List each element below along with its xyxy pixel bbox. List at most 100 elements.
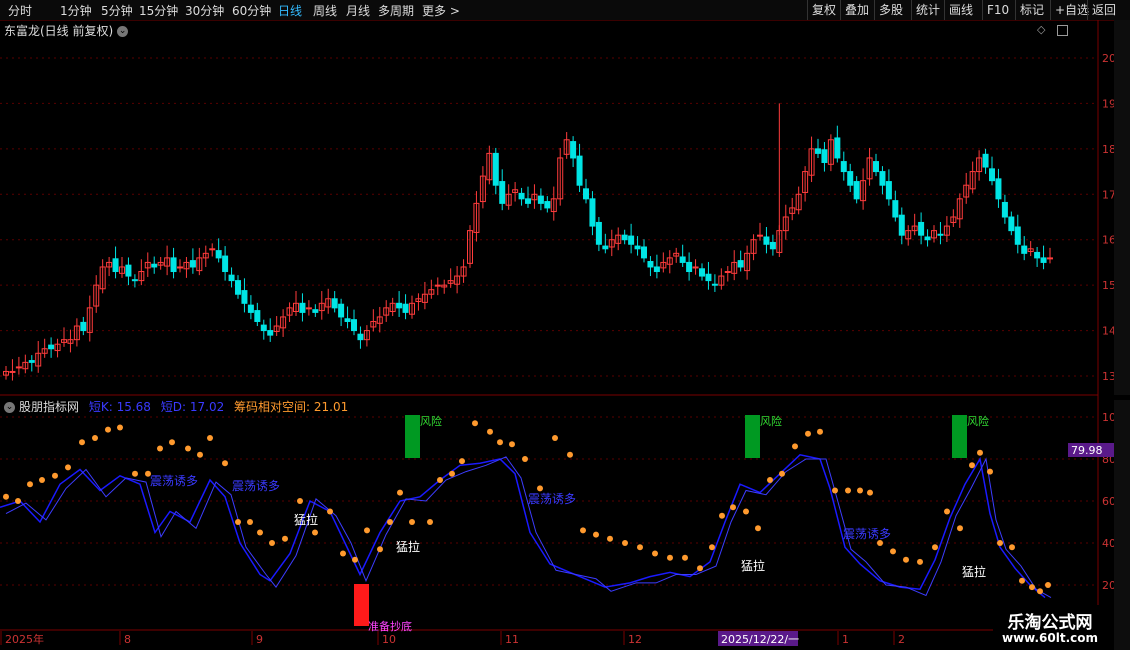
signal-dot (297, 498, 303, 504)
signal-dot (79, 439, 85, 446)
signal-dot (522, 456, 528, 462)
candle-down (331, 298, 338, 309)
signal-dot (437, 477, 443, 483)
signal-dot (1045, 582, 1051, 588)
candle-down (924, 236, 931, 241)
shakeout-label: 震荡诱多 (843, 527, 891, 541)
signal-dot (792, 443, 798, 450)
site-logo: 乐淘公式网 www.60lt.com (993, 605, 1107, 650)
candle-down (537, 195, 544, 204)
signal-dot (857, 487, 863, 494)
signal-dot (397, 489, 403, 496)
signal-dot (352, 556, 358, 563)
candle-down (396, 302, 403, 309)
candle-down (885, 181, 892, 200)
signal-dot (327, 508, 333, 515)
signal-dot (197, 451, 203, 458)
x-axis-label: 2025年 (5, 632, 44, 646)
candle-down (892, 200, 899, 218)
signal-dot (552, 435, 558, 441)
candle-down (254, 310, 261, 322)
side-panel[interactable] (1096, 20, 1130, 650)
candle-down (357, 333, 364, 341)
candle-up (15, 366, 22, 369)
signal-dot (364, 527, 370, 534)
candle-down (989, 168, 995, 182)
risk-label: 风险 (967, 414, 989, 428)
x-axis-label: 11 (505, 633, 519, 646)
surge-label: 猛拉 (396, 539, 420, 554)
signal-dot (917, 558, 923, 565)
x-axis-label: 9 (256, 633, 263, 646)
signal-dot (779, 470, 785, 477)
candle-down (1021, 245, 1028, 254)
signal-dot (185, 445, 191, 452)
candle-down (80, 321, 87, 332)
candle-down (48, 344, 55, 350)
candle-down (737, 260, 744, 268)
signal-dot (743, 508, 749, 515)
risk-label: 风险 (760, 414, 782, 428)
signal-dot (487, 428, 493, 435)
signal-dot (697, 565, 703, 572)
candle-down (151, 263, 158, 268)
candle-down (576, 155, 583, 186)
candle-up (1047, 257, 1053, 260)
signal-dot (607, 535, 613, 542)
signal-dot (969, 462, 975, 469)
logo-text-url: www.60lt.com (1001, 631, 1099, 645)
signal-dot (27, 481, 33, 488)
candle-down (189, 260, 196, 268)
signal-dot (890, 548, 896, 555)
signal-dot (903, 556, 909, 563)
signal-dot (682, 554, 688, 561)
candle-down (769, 241, 776, 250)
candle-down (570, 141, 577, 159)
signal-dot (622, 540, 628, 546)
chart-area[interactable]: 风险风险风险准备抄底猛拉猛拉猛拉猛拉震荡诱多震荡诱多震荡诱多震荡诱多 20.00… (0, 0, 1130, 650)
signal-dot (1019, 577, 1025, 584)
risk-label: 风险 (420, 414, 442, 428)
shakeout-label: 震荡诱多 (232, 479, 280, 493)
signal-dot (832, 487, 838, 494)
signal-dot (472, 420, 478, 427)
candle-down (222, 255, 229, 273)
signal-dot (497, 439, 503, 446)
signal-dot (65, 464, 71, 471)
signal-dot (3, 493, 9, 500)
signal-dot (567, 451, 573, 458)
candle-down (705, 273, 712, 282)
candle-down (679, 256, 686, 263)
candle-down (898, 214, 905, 236)
signal-dot (222, 460, 228, 467)
signal-dot (667, 554, 673, 561)
candle-down (215, 250, 222, 259)
candle-down (235, 280, 241, 295)
signal-dot (932, 544, 938, 551)
signal-dot (509, 441, 515, 448)
signal-dot (637, 544, 643, 551)
candle-down (589, 198, 596, 227)
candlestick-series (3, 103, 1053, 381)
risk-bar (952, 415, 967, 458)
candle-down (853, 181, 860, 200)
bottom-signal-label: 准备抄底 (368, 619, 412, 633)
candle-up (757, 234, 763, 237)
candle-down (918, 221, 925, 236)
grid-lines (0, 20, 1099, 631)
x-axis-label: 1 (842, 633, 849, 646)
signal-dot (867, 489, 873, 496)
candle-down (1040, 257, 1047, 263)
signal-dot (944, 508, 950, 515)
candle-down (641, 246, 647, 259)
signal-dot (709, 544, 715, 551)
candle-down (338, 303, 345, 318)
cursor-date-label: 2025/12/22/一 (721, 633, 799, 646)
signal-dot (257, 529, 263, 536)
shakeout-label: 震荡诱多 (150, 474, 198, 488)
signal-dot (269, 540, 275, 546)
candle-down (686, 261, 693, 273)
signal-dot (247, 519, 253, 525)
candle-down (518, 192, 525, 200)
candle-down (840, 161, 847, 173)
